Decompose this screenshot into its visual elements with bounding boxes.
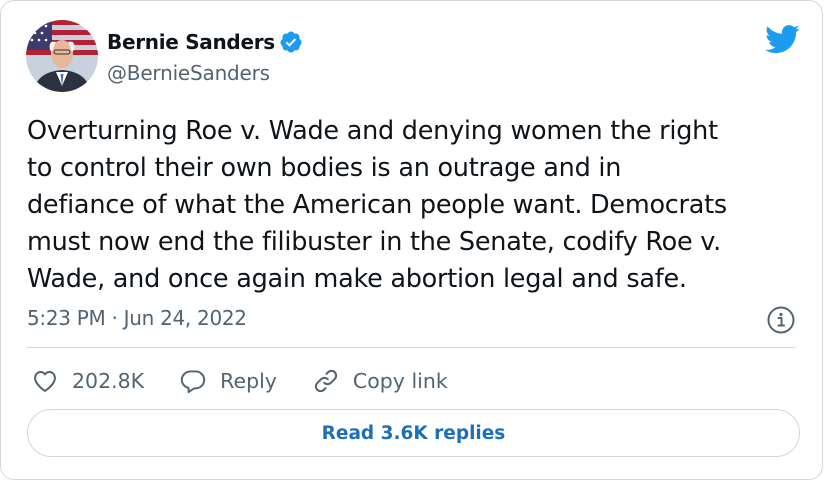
- tweet-text: Overturning Roe v. Wade and denying wome…: [27, 116, 727, 294]
- link-icon: [314, 369, 338, 393]
- tweet-timestamp[interactable]: 5:23 PM · Jun 24, 2022: [27, 306, 247, 330]
- like-button[interactable]: 202.8K: [31, 367, 144, 395]
- divider: [27, 347, 796, 348]
- copy-link-button[interactable]: Copy link: [312, 367, 448, 395]
- twitter-bird-icon[interactable]: [764, 24, 800, 54]
- copy-link-label: Copy link: [352, 369, 448, 393]
- tweet-card: Bernie Sanders @BernieSanders Overturnin…: [0, 0, 823, 480]
- reply-button[interactable]: Reply: [179, 367, 277, 395]
- reply-icon: [180, 370, 206, 394]
- read-replies-button[interactable]: Read 3.6K replies: [27, 409, 800, 457]
- reply-label: Reply: [220, 369, 277, 393]
- info-icon[interactable]: [766, 305, 796, 335]
- author-name-row: Bernie Sanders: [107, 30, 303, 54]
- avatar[interactable]: [26, 20, 98, 92]
- author-handle[interactable]: @BernieSanders: [107, 61, 270, 85]
- verified-badge-icon: [275, 30, 303, 54]
- author-name[interactable]: Bernie Sanders: [107, 30, 275, 54]
- heart-icon: [34, 371, 56, 392]
- tweet-actions: 202.8K Reply Copy link: [31, 365, 483, 397]
- like-count: 202.8K: [72, 369, 145, 393]
